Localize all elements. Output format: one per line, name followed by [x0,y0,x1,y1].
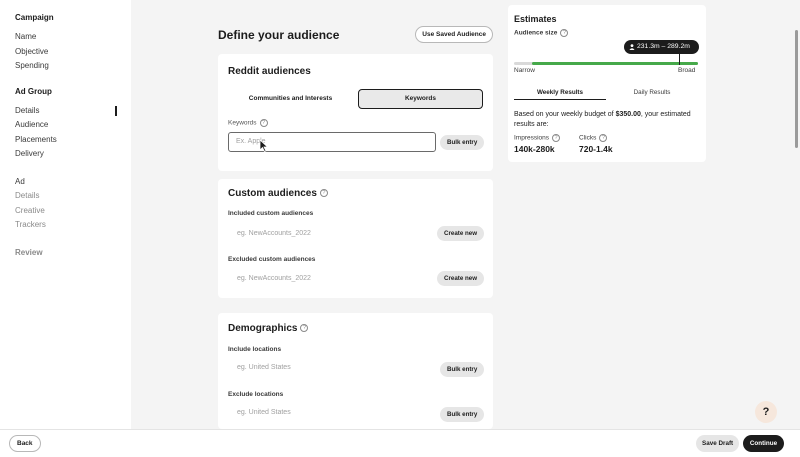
audience-size-value: 231.3m – 289.2m [637,43,690,50]
sidebar: Campaign Name Objective Spending Ad Grou… [0,0,131,430]
tab-weekly-results[interactable]: Weekly Results [514,86,606,100]
sidebar-item-trackers[interactable]: Trackers [15,218,131,233]
sidebar-item-review[interactable]: Review [15,246,131,261]
info-icon: ? [560,29,569,37]
include-locations-input[interactable]: eg. United States [237,364,291,371]
sidebar-item-spending[interactable]: Spending [15,59,131,74]
exclude-locations-label: Exclude locations [228,391,284,398]
footer-bar: Back Save Draft Continue [0,429,800,457]
info-icon: ? [599,134,608,142]
impressions-label-text: Impressions [514,134,550,142]
audience-type-toggle: Communities and Interests Keywords [228,89,483,109]
included-custom-audiences-label: Included custom audiences [228,210,314,217]
help-button[interactable]: ? [755,401,777,423]
use-saved-audience-button[interactable]: Use Saved Audience [415,26,493,43]
sidebar-heading-ad: Ad [15,176,25,186]
continue-button[interactable]: Continue [743,435,784,452]
custom-audiences-title: Custom audiences? [228,188,328,199]
estimates-description: Based on your weekly budget of $350.00, … [514,110,699,129]
custom-audiences-card: Custom audiences? Included custom audien… [218,179,493,298]
audience-size-fill [532,62,698,65]
tab-daily-results[interactable]: Daily Results [606,86,698,100]
keywords-label-text: Keywords [228,119,257,127]
audience-size-badge: 231.3m – 289.2m [624,40,699,54]
impressions-label: Impressions? [514,134,561,142]
sidebar-item-placements[interactable]: Placements [15,133,131,148]
excluded-custom-audiences-label: Excluded custom audiences [228,256,316,263]
mouse-cursor-icon [259,139,269,153]
info-icon: ? [259,119,268,127]
demographics-title-text: Demographics [228,323,298,334]
impressions-value: 140k-280k [514,144,555,154]
create-new-excluded-button[interactable]: Create new [437,271,485,286]
sidebar-item-name[interactable]: Name [15,30,131,45]
page-header: Define your audience Use Saved Audience [218,26,493,44]
keywords-label: Keywords? [228,119,268,127]
create-new-included-button[interactable]: Create new [437,226,485,241]
info-icon: ? [300,324,309,333]
info-icon: ? [319,189,328,198]
clicks-label-text: Clicks [579,134,597,142]
exclude-locations-bulk-entry-button[interactable]: Bulk entry [440,407,485,422]
audience-size-label-text: Audience size [514,29,558,37]
include-locations-bulk-entry-button[interactable]: Bulk entry [440,362,485,377]
sidebar-item-objective[interactable]: Objective [15,45,131,60]
tab-keywords[interactable]: Keywords [358,89,483,109]
person-icon [629,44,635,50]
included-custom-audiences-input[interactable]: eg. NewAccounts_2022 [237,230,311,237]
excluded-custom-audiences-input[interactable]: eg. NewAccounts_2022 [237,275,311,282]
reddit-audiences-card: Reddit audiences Communities and Interes… [218,54,493,171]
include-locations-label: Include locations [228,346,282,353]
estimates-panel: Estimates Audience size? 231.3m – 289.2m… [508,5,706,162]
sidebar-item-delivery[interactable]: Delivery [15,147,131,162]
estimates-title: Estimates [514,14,557,24]
sidebar-item-audience[interactable]: Audience [15,118,131,133]
demographics-title: Demographics? [228,323,309,334]
save-draft-button[interactable]: Save Draft [696,435,740,452]
sidebar-heading-campaign: Campaign [15,13,54,22]
estimates-description-prefix: Based on your weekly budget of [514,111,616,118]
sidebar-heading-ad-group: Ad Group [15,86,52,96]
keywords-bulk-entry-button[interactable]: Bulk entry [440,135,485,150]
broad-label: Broad [678,67,696,74]
back-button[interactable]: Back [9,435,41,452]
sidebar-item-adgroup-details[interactable]: Details [15,104,131,119]
weekly-budget-value: $350.00 [615,111,641,118]
page-scrollbar[interactable] [795,30,798,148]
sidebar-item-ad-details[interactable]: Details [15,189,131,204]
tab-communities-and-interests[interactable]: Communities and Interests [228,89,353,109]
info-icon: ? [552,134,561,142]
page-title: Define your audience [218,28,340,42]
audience-size-marker [679,53,680,65]
clicks-label: Clicks? [579,134,608,142]
audience-size-label: Audience size? [514,29,569,37]
narrow-label: Narrow [514,67,535,74]
reddit-audiences-title: Reddit audiences [228,66,311,77]
sidebar-item-creative[interactable]: Creative [15,204,131,219]
clicks-value: 720-1.4k [579,144,613,154]
demographics-card: Demographics? Include locations eg. Unit… [218,313,493,429]
exclude-locations-input[interactable]: eg. United States [237,409,291,416]
custom-audiences-title-text: Custom audiences [228,188,317,199]
